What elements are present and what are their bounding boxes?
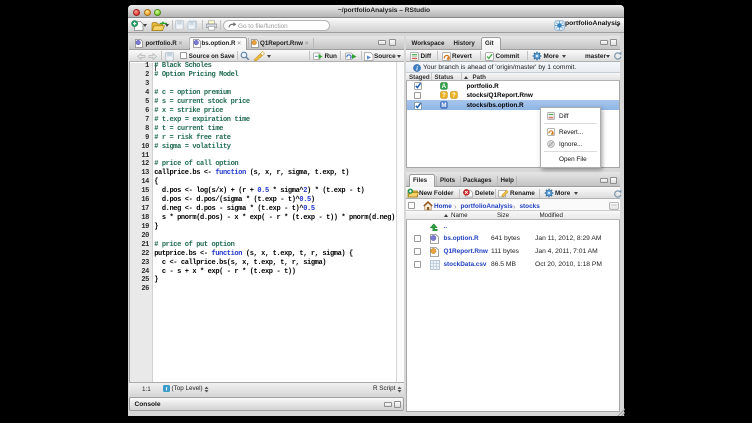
svg-text:A: A	[441, 83, 446, 90]
svg-text:i: i	[416, 65, 418, 71]
svg-text:f: f	[165, 386, 167, 392]
svg-text:?: ?	[452, 92, 456, 99]
svg-text:?: ?	[442, 92, 446, 99]
svg-text:M: M	[441, 102, 446, 109]
